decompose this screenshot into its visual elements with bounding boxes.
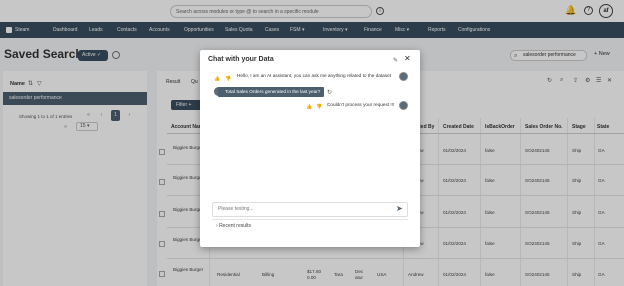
thumbs-down-icon[interactable]: 👎 [225,76,231,82]
chat-input[interactable]: Please testing... [212,202,408,217]
user-question-message: Total Sales Orders generated in the last… [218,87,324,97]
thumbs-up-icon[interactable]: 👍 [306,104,312,110]
recent-results-toggle[interactable]: › Recent results [212,219,408,232]
bot-error-message: Couldn't process your request !!! [327,102,395,107]
chat-title: Chat with your Data [208,56,274,63]
retry-icon[interactable]: ↻ [327,89,332,96]
chat-modal: Chat with your Data ✎ ✕ Hello, I am an A… [200,50,420,247]
bot-avatar-icon [399,72,408,81]
bot-greeting-message: Hello, I am an AI assistant, you can ask… [237,73,391,78]
close-icon[interactable]: ✕ [404,55,411,63]
bot-avatar-icon [399,101,408,110]
recent-results-label: Recent results [219,223,252,229]
edit-icon[interactable]: ✎ [393,57,398,64]
thumbs-up-icon[interactable]: 👍 [214,76,220,82]
thumbs-down-icon[interactable]: 👎 [316,104,322,110]
send-icon[interactable]: ➤ [396,205,403,213]
